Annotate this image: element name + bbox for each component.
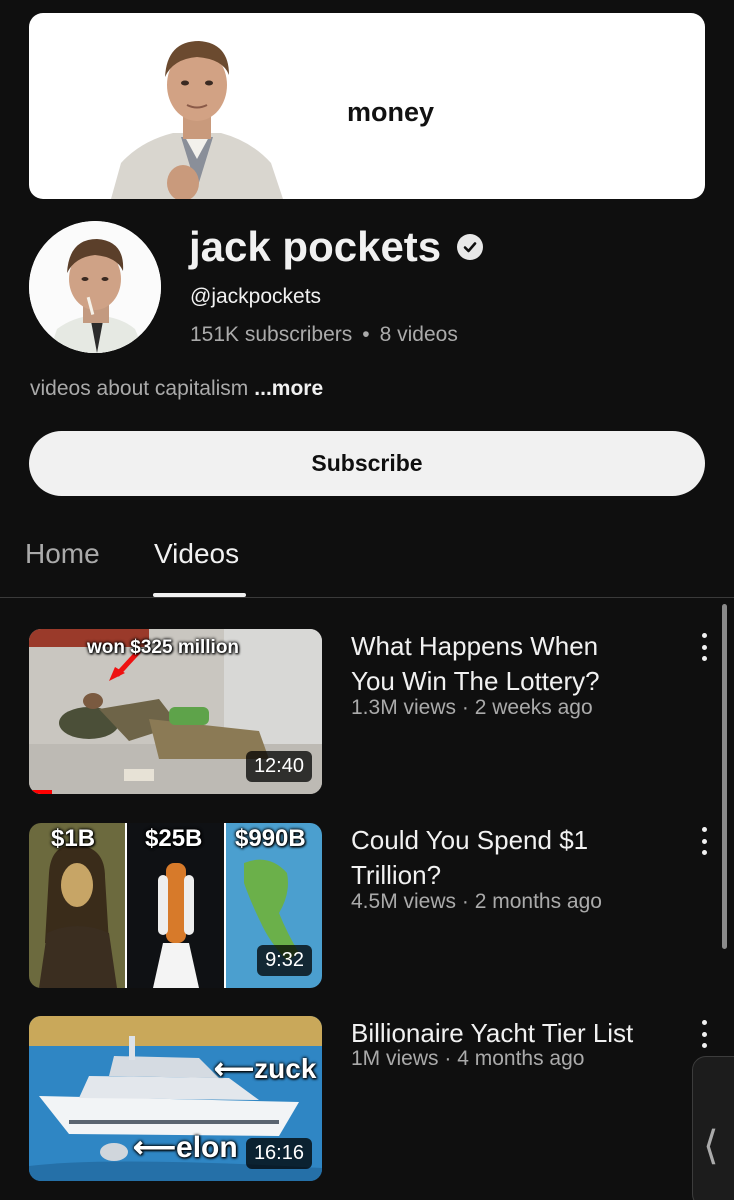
chevron-left-icon: ⟨ [703,1124,719,1168]
meta-separator: · [461,696,469,719]
video-duration: 9:32 [257,945,312,976]
thumbnail-label: $25B [145,825,203,852]
video-thumbnail[interactable]: won $325 million 12:40 [29,629,322,794]
thumbnail-label: ⟵zuck [214,1053,317,1084]
channel-avatar[interactable] [29,221,161,353]
video-item[interactable]: $1B $25B $990B 9:32 Could You Spend $1 T… [0,823,734,988]
video-meta: 1.3M views · 2 weeks ago [351,696,593,720]
video-title[interactable]: Billionaire Yacht Tier List [351,1016,681,1051]
channel-page: money jack pockets @jackpockets 151K sub… [0,0,734,1200]
banner-title: money [347,97,435,127]
upload-age: 2 months ago [474,890,602,913]
video-thumbnail[interactable]: ⟵zuck ⟵elon 16:16 [29,1016,322,1181]
thumbnail-caption: won $325 million [87,637,240,658]
video-title[interactable]: Could You Spend $1 Trillion? [351,823,681,893]
thumbnail-label: ⟵elon [133,1131,238,1164]
thumbnail-label: $1B [51,825,96,852]
video-duration: 12:40 [245,751,312,782]
video-meta: 1M views · 4 months ago [351,1047,584,1071]
upload-age: 4 months ago [457,1047,585,1070]
video-item[interactable]: ⟵zuck ⟵elon 16:16 Billionaire Yacht Tier… [0,1016,734,1181]
view-count: 1M views [351,1047,439,1070]
avatar-image [29,221,161,353]
video-count: 8 videos [379,323,458,346]
video-title[interactable]: What Happens When You Win The Lottery? [351,629,681,699]
more-link[interactable]: ...more [254,377,323,400]
video-meta: 4.5M views · 2 months ago [351,890,602,914]
subscriber-count: 151K subscribers [190,323,353,346]
description-text: videos about capitalism [30,377,249,400]
banner-portrait-image [111,41,283,199]
more-vert-icon[interactable] [693,633,715,661]
side-panel-handle[interactable]: ⟨ [692,1056,734,1200]
video-title-line: Could You Spend $1 [351,825,589,855]
channel-handle: @jackpockets [190,285,322,308]
thumbnail-label: $990B [235,825,306,852]
upload-age: 2 weeks ago [474,696,593,719]
video-item[interactable]: won $325 million 12:40 What Happens When… [0,629,734,794]
view-count: 4.5M views [351,890,457,913]
subscribe-button[interactable]: Subscribe [29,431,705,496]
video-duration: 16:16 [245,1138,312,1169]
thumbnail-label-text: elon [176,1131,238,1164]
channel-description[interactable]: videos about capitalism ...more [30,377,323,401]
video-title-line: You Win The Lottery? [351,666,600,696]
more-vert-icon[interactable] [693,1020,715,1048]
channel-banner: money [29,13,705,199]
meta-separator: · [444,1047,452,1070]
video-thumbnail[interactable]: $1B $25B $990B 9:32 [29,823,322,988]
video-title-line: Trillion? [351,860,442,890]
verified-badge-icon [457,234,484,260]
channel-name-text: jack pockets [189,223,442,270]
stats-separator: • [362,323,370,346]
tab-videos[interactable]: Videos [154,538,239,570]
channel-stats: 151K subscribers • 8 videos [190,323,458,347]
tab-home[interactable]: Home [25,538,100,570]
video-title-line: What Happens When [351,631,599,661]
video-title-line: Billionaire Yacht Tier List [351,1018,634,1048]
view-count: 1.3M views [351,696,457,719]
channel-name: jack pockets [189,223,484,271]
meta-separator: · [461,890,469,913]
more-vert-icon[interactable] [693,827,715,855]
thumbnail-label-text: zuck [254,1053,317,1084]
tabs-divider [0,597,734,598]
